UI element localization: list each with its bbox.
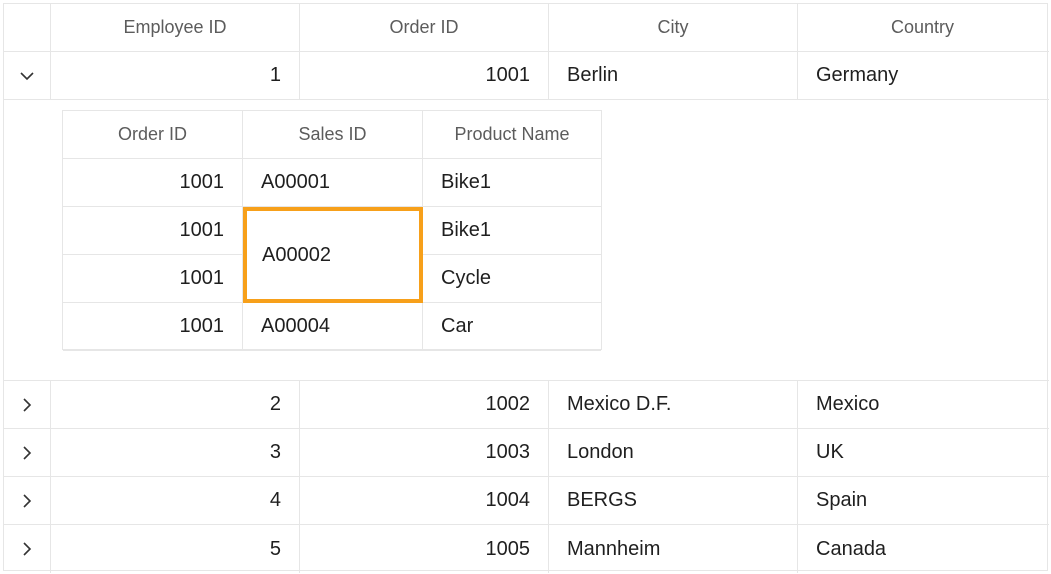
cell-order-id[interactable]: 1004 <box>300 477 549 524</box>
cell-city[interactable]: Mannheim <box>549 525 798 573</box>
detail-cell-product-name[interactable]: Cycle <box>423 255 601 302</box>
expander-header-cell <box>4 4 51 51</box>
table-row[interactable]: 3 1003 London UK <box>4 429 1049 477</box>
cell-city[interactable]: Berlin <box>549 52 798 99</box>
cell-city[interactable]: Mexico D.F. <box>549 381 798 428</box>
header-city[interactable]: City <box>549 4 798 51</box>
cell-city[interactable]: London <box>549 429 798 476</box>
cell-order-id[interactable]: 1005 <box>300 525 549 573</box>
detail-cell-product-name[interactable]: Bike1 <box>423 159 601 206</box>
expander-cell[interactable] <box>4 429 51 476</box>
merged-sales-id-cell-selected[interactable]: A00002 <box>243 207 423 303</box>
cell-country[interactable]: Germany <box>798 52 1047 99</box>
expander-cell[interactable] <box>4 525 51 573</box>
cell-country[interactable]: Canada <box>798 525 1047 573</box>
cell-country[interactable]: UK <box>798 429 1047 476</box>
table-row[interactable]: 5 1005 Mannheim Canada <box>4 525 1049 573</box>
expander-cell[interactable] <box>4 477 51 524</box>
header-order-id[interactable]: Order ID <box>300 4 549 51</box>
cell-order-id[interactable]: 1003 <box>300 429 549 476</box>
detail-header-product-name[interactable]: Product Name <box>423 111 601 158</box>
cell-order-id[interactable]: 1001 <box>300 52 549 99</box>
header-employee-id[interactable]: Employee ID <box>51 4 300 51</box>
detail-cell-order-id[interactable]: 1001 <box>63 255 243 302</box>
cell-country[interactable]: Mexico <box>798 381 1047 428</box>
header-country[interactable]: Country <box>798 4 1047 51</box>
detail-cell-product-name[interactable]: Bike1 <box>423 207 601 254</box>
details-view: Order ID Sales ID Product Name 1001 A000… <box>4 100 1049 381</box>
chevron-right-icon[interactable] <box>19 445 35 461</box>
detail-row[interactable]: 1001 A00001 Bike1 <box>63 159 601 207</box>
expander-cell[interactable] <box>4 381 51 428</box>
detail-header-order-id[interactable]: Order ID <box>63 111 243 158</box>
cell-employee-id[interactable]: 2 <box>51 381 300 428</box>
table-row[interactable]: 1 1001 Berlin Germany <box>4 52 1049 100</box>
detail-row[interactable]: 1001 A00004 Car <box>63 303 601 351</box>
chevron-right-icon[interactable] <box>19 493 35 509</box>
table-row[interactable]: 4 1004 BERGS Spain <box>4 477 1049 525</box>
detail-cell-product-name[interactable]: Car <box>423 303 601 350</box>
cell-employee-id[interactable]: 5 <box>51 525 300 573</box>
detail-cell-sales-id[interactable]: A00004 <box>243 303 423 350</box>
detail-header-row: Order ID Sales ID Product Name <box>63 111 601 159</box>
table-row[interactable]: 2 1002 Mexico D.F. Mexico <box>4 381 1049 429</box>
cell-order-id[interactable]: 1002 <box>300 381 549 428</box>
detail-header-sales-id[interactable]: Sales ID <box>243 111 423 158</box>
chevron-right-icon[interactable] <box>19 397 35 413</box>
grid-header-row: Employee ID Order ID City Country <box>4 4 1049 52</box>
detail-cell-order-id[interactable]: 1001 <box>63 207 243 254</box>
cell-employee-id[interactable]: 3 <box>51 429 300 476</box>
detail-cell-sales-id[interactable]: A00001 <box>243 159 423 206</box>
cell-city[interactable]: BERGS <box>549 477 798 524</box>
detail-cell-order-id[interactable]: 1001 <box>63 159 243 206</box>
master-data-grid: Employee ID Order ID City Country 1 1001… <box>3 3 1049 573</box>
cell-employee-id[interactable]: 4 <box>51 477 300 524</box>
detail-data-grid: Order ID Sales ID Product Name 1001 A000… <box>62 110 602 351</box>
cell-employee-id[interactable]: 1 <box>51 52 300 99</box>
cell-country[interactable]: Spain <box>798 477 1047 524</box>
chevron-right-icon[interactable] <box>19 541 35 557</box>
detail-cell-order-id[interactable]: 1001 <box>63 303 243 350</box>
expander-cell[interactable] <box>4 52 51 99</box>
chevron-down-icon[interactable] <box>19 68 35 84</box>
